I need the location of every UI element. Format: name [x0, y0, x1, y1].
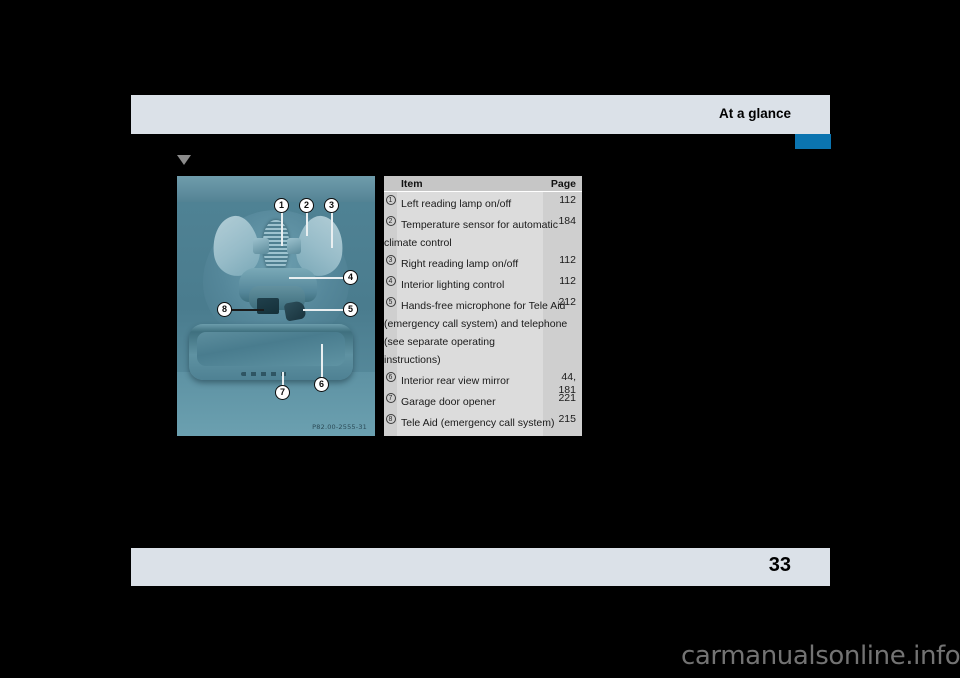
table-row: 3 Right reading lamp on/off 112	[384, 254, 582, 275]
overhead-console-figure: 1 2 3 4 5 6 7 8 P82.00-2555-31	[177, 176, 375, 436]
row-label: Interior lighting control	[401, 279, 505, 291]
row-number-badge: 8	[385, 414, 396, 424]
photo-rear-view-mirror	[189, 324, 353, 380]
figure-caption: P82.00-2555-31	[312, 423, 367, 431]
figure-callout-8: 8	[217, 302, 232, 317]
figure-callout-4: 4	[343, 270, 358, 285]
row-number-badge: 5	[385, 297, 396, 307]
photo-left-lamp-switch	[253, 238, 269, 254]
row-number-badge: 6	[385, 372, 396, 382]
row-number-badge: 2	[385, 216, 396, 226]
photo-mirror-glass	[197, 332, 345, 366]
row-label: Temperature sensor for automatic climate…	[384, 219, 558, 249]
figure-callout-3: 3	[324, 198, 339, 213]
photo-right-lamp-switch	[287, 238, 301, 254]
leader-line-4	[289, 277, 343, 279]
table-header-page: Page	[550, 178, 576, 190]
header-bar: At a glance	[131, 95, 830, 134]
row-number-badge: 4	[385, 276, 396, 286]
row-number-badge: 3	[385, 255, 396, 265]
page-title: At a glance	[718, 106, 791, 121]
row-label: Hands-free microphone for Tele Aid (emer…	[384, 300, 568, 366]
row-page-number: 112	[559, 194, 576, 206]
table-row: 5 Hands-free microphone for Tele Aid (em…	[384, 296, 582, 371]
row-label: Tele Aid (emergency call system) button	[384, 417, 555, 436]
figure-callout-2: 2	[299, 198, 314, 213]
page-number: 33	[768, 554, 791, 576]
figure-callout-5: 5	[343, 302, 358, 317]
table-row: 2 Temperature sensor for automatic clima…	[384, 215, 582, 254]
row-label: Left reading lamp on/off	[401, 198, 512, 210]
table-row: 8 Tele Aid (emergency call system) butto…	[384, 413, 582, 436]
table-header-row: Item Page	[384, 176, 582, 192]
row-page-number: 212	[558, 296, 576, 308]
leader-line-5	[303, 309, 343, 311]
row-number-badge: 1	[385, 195, 396, 205]
table-row: 1 Left reading lamp on/off 112	[384, 194, 582, 215]
row-label: Right reading lamp on/off	[401, 258, 519, 270]
row-page-number: 112	[559, 275, 576, 287]
row-number-badge: 7	[385, 393, 396, 403]
site-watermark: carmanualsonline.info	[681, 641, 960, 671]
table-row: 6 Interior rear view mirror 44, 181	[384, 371, 582, 396]
table-body: 1 Left reading lamp on/off 112 2 Tempera…	[384, 194, 582, 436]
table-row: 4 Interior lighting control 112	[384, 275, 582, 296]
section-marker-triangle-icon	[177, 155, 191, 165]
table-row: 7 Garage door opener 221	[384, 392, 582, 413]
row-page-number: 112	[559, 254, 576, 266]
legend-table: Item Page 1 Left reading lamp on/off 112…	[384, 176, 582, 436]
row-page-number: 221	[558, 392, 576, 404]
row-page-number: 215	[558, 413, 576, 425]
leader-line-8	[232, 309, 264, 311]
section-tab-accent	[795, 134, 831, 149]
figure-callout-6: 6	[314, 377, 329, 392]
photo-teleaid-button	[257, 298, 279, 314]
row-label: Interior rear view mirror	[401, 375, 510, 387]
footer-bar: 33	[131, 548, 830, 586]
table-header-item: Item	[401, 178, 423, 190]
row-label: Garage door opener	[401, 396, 496, 408]
figure-callout-7: 7	[275, 385, 290, 400]
figure-callout-1: 1	[274, 198, 289, 213]
row-page-number: 184	[558, 215, 576, 227]
